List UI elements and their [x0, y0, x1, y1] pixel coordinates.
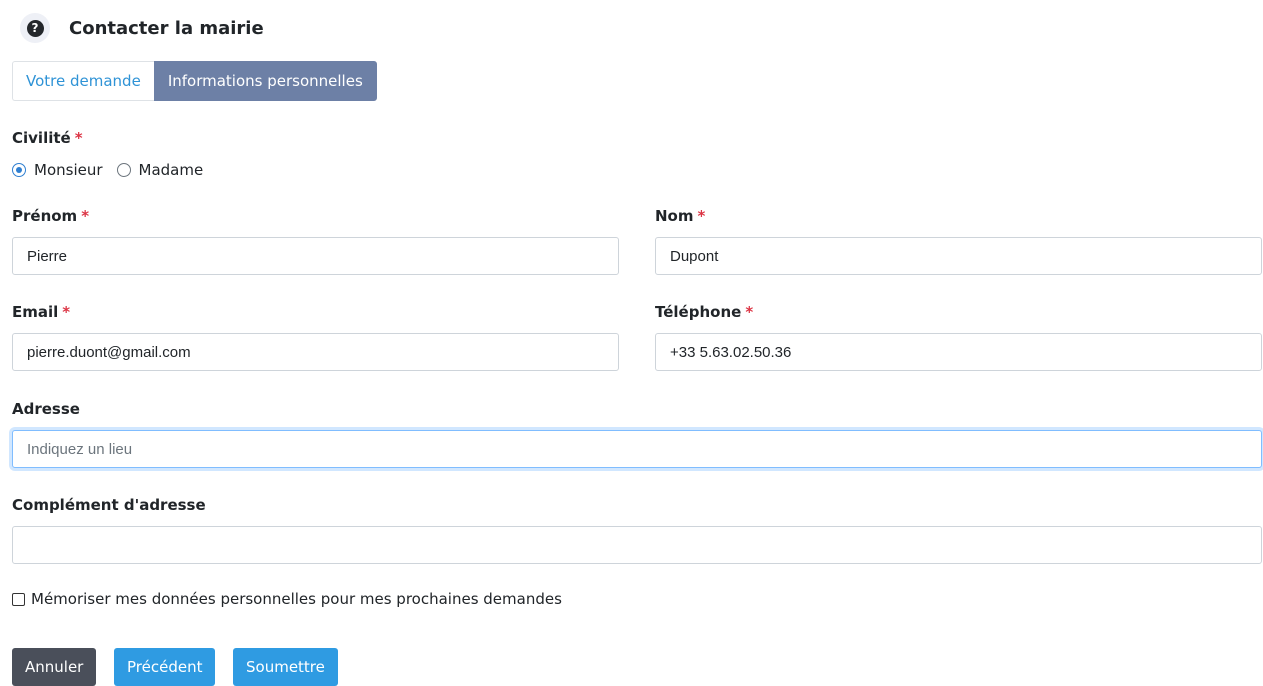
remember-data-row: Mémoriser mes données personnelles pour … [12, 588, 562, 610]
form-tabs: Votre demande Informations personnelles [12, 61, 377, 101]
radio-monsieur-label[interactable]: Monsieur [34, 161, 103, 179]
address-label: Adresse [12, 400, 80, 418]
previous-button[interactable]: Précédent [114, 648, 216, 686]
submit-button[interactable]: Soumettre [233, 648, 338, 686]
address-input[interactable] [12, 430, 1262, 468]
last-name-input[interactable] [655, 237, 1262, 275]
tab-votre-demande[interactable]: Votre demande [12, 61, 154, 101]
radio-monsieur[interactable] [12, 163, 26, 177]
required-mark: * [745, 303, 754, 321]
first-name-input[interactable] [12, 237, 619, 275]
email-label: Email * [12, 303, 71, 321]
required-mark: * [697, 207, 706, 225]
cancel-button[interactable]: Annuler [12, 648, 97, 686]
remember-data-label[interactable]: Mémoriser mes données personnelles pour … [31, 590, 562, 608]
page-header: ? Contacter la mairie [20, 10, 264, 46]
phone-label: Téléphone * [655, 303, 754, 321]
required-mark: * [62, 303, 71, 321]
page-title: Contacter la mairie [69, 17, 264, 39]
address-complement-input[interactable] [12, 526, 1262, 564]
first-name-label: Prénom * [12, 207, 90, 225]
last-name-label: Nom * [655, 207, 706, 225]
tab-informations-personnelles[interactable]: Informations personnelles [153, 61, 377, 101]
required-mark: * [74, 129, 83, 147]
civility-radio-group: Monsieur Madame [12, 159, 217, 181]
address-complement-label: Complément d'adresse [12, 496, 206, 514]
remember-data-checkbox[interactable] [12, 592, 25, 606]
radio-madame[interactable] [116, 163, 131, 177]
email-field[interactable] [12, 333, 619, 371]
phone-field[interactable] [655, 333, 1262, 371]
required-mark: * [81, 207, 90, 225]
help-circle-icon: ? [20, 13, 50, 43]
radio-madame-label[interactable]: Madame [139, 161, 204, 179]
civility-label: Civilité * [12, 129, 83, 147]
